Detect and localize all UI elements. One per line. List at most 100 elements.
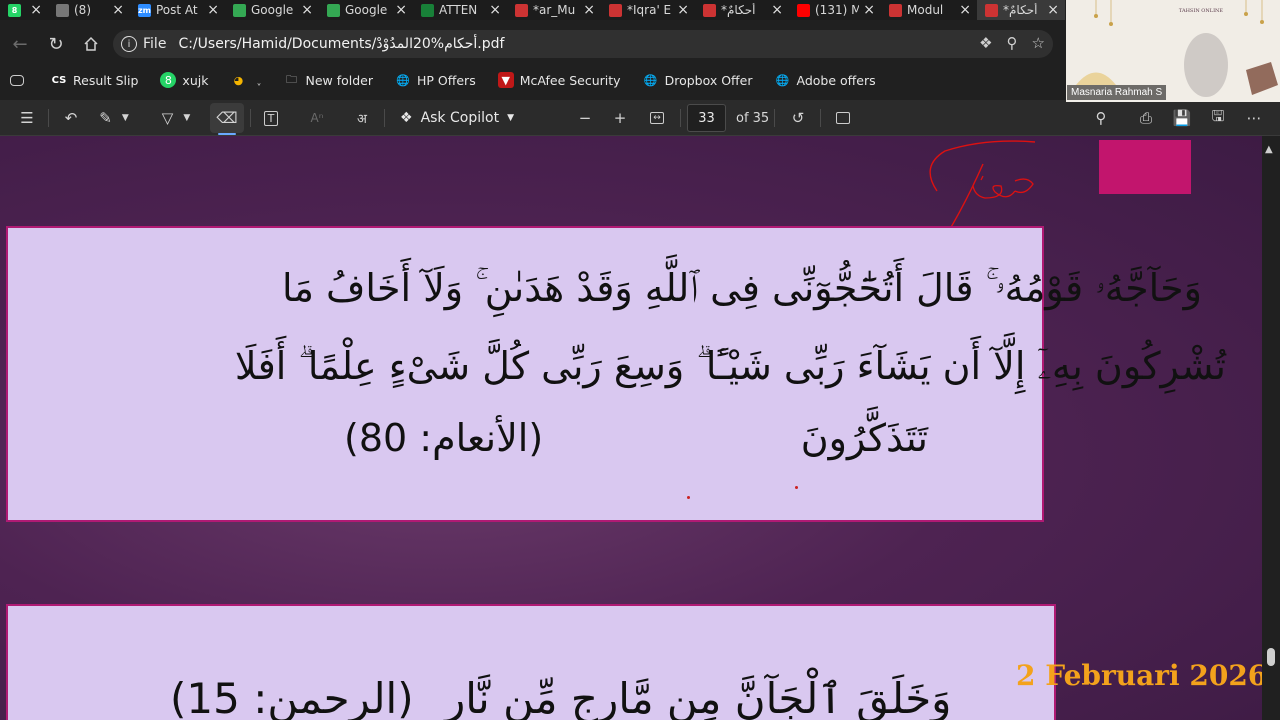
- address-row: ← ↻ i File C:/Users/Hamid/Documents/أحكا…: [0, 26, 1065, 62]
- star-icon[interactable]: ☆: [1032, 34, 1045, 52]
- refresh-button[interactable]: ↻: [38, 26, 74, 62]
- tab[interactable]: Modul ×: [881, 0, 977, 20]
- home-button[interactable]: [73, 26, 109, 62]
- close-icon[interactable]: ×: [677, 2, 689, 18]
- print-button[interactable]: ⎙: [1134, 100, 1158, 136]
- tab-title: Google: [345, 3, 388, 17]
- save-button[interactable]: 💾: [1170, 100, 1194, 136]
- page-number-input[interactable]: 33: [687, 104, 726, 132]
- globe-icon: 🌐: [643, 73, 658, 87]
- tab-title: *أحكامٌ: [721, 3, 756, 17]
- divider: [48, 109, 49, 127]
- bookmarks-menu[interactable]: [0, 66, 40, 94]
- zoom-icon[interactable]: ⚲: [1007, 34, 1018, 52]
- tab-title: (131) M: [815, 3, 860, 17]
- bookmark-label: HP Offers: [417, 72, 476, 88]
- globe-icon: 🌐: [775, 73, 790, 87]
- close-icon[interactable]: ×: [1047, 2, 1059, 18]
- bookmark-item[interactable]: CS Result Slip: [40, 66, 149, 94]
- divider: [384, 109, 385, 127]
- highlight-button[interactable]: ▽ ▼: [154, 100, 198, 136]
- bookmarks-bar: CS Result Slip 8 xujk ◕ ˬ 🗀 New folder 🌐 HP Offer…: [0, 66, 1065, 94]
- scroll-up-icon[interactable]: ▲: [1265, 144, 1273, 155]
- text-format-button[interactable]: Aⁿ: [306, 100, 328, 136]
- search-button[interactable]: ⚲: [1090, 100, 1112, 136]
- vertical-scrollbar[interactable]: ▲: [1262, 136, 1280, 720]
- tab[interactable]: *Iqra' E ×: [601, 0, 695, 20]
- tab[interactable]: zm Post At ×: [130, 0, 225, 20]
- info-icon[interactable]: i: [121, 36, 137, 52]
- undo-button[interactable]: ↶: [60, 100, 82, 136]
- bookmark-item[interactable]: 🗀 New folder: [272, 66, 384, 94]
- back-button[interactable]: ←: [2, 26, 38, 62]
- colorful-icon: ◕: [233, 73, 244, 87]
- tab[interactable]: *أحكامٌ ×: [695, 0, 789, 20]
- fit-page-button[interactable]: ↔: [645, 100, 669, 136]
- bookmark-item[interactable]: 🌐 Adobe offers: [764, 66, 887, 94]
- tab[interactable]: Google ×: [319, 0, 413, 20]
- read-aloud-button[interactable]: अ: [350, 100, 374, 136]
- address-bar[interactable]: i File C:/Users/Hamid/Documents/أحكام%20…: [113, 30, 1053, 58]
- eraser-button[interactable]: ⌫: [210, 103, 244, 135]
- page-view-button[interactable]: [832, 100, 854, 136]
- close-icon[interactable]: ×: [301, 2, 313, 18]
- read-aloud-icon: अ: [357, 112, 367, 127]
- fit-width-icon: ↔: [650, 112, 664, 124]
- pdf-page-view[interactable]: وَحَآجَّهُۥ قَوْمُهُۥ ۚ قَالَ أَتُحَٰٓجُ…: [0, 136, 1262, 720]
- draw-button[interactable]: ✎ ▼: [92, 100, 136, 136]
- close-icon[interactable]: ×: [112, 2, 124, 18]
- close-icon[interactable]: ×: [583, 2, 595, 18]
- tab-title: Modul: [907, 3, 944, 17]
- folder-icon: 🗀: [285, 72, 297, 86]
- bookmark-label: Adobe offers: [796, 72, 876, 88]
- divider: [680, 109, 681, 127]
- text-button[interactable]: T: [260, 100, 282, 136]
- save-icon: 💾: [1172, 109, 1192, 127]
- close-icon[interactable]: ×: [863, 2, 875, 18]
- chevron-down-icon: ▼: [507, 113, 514, 123]
- tab[interactable]: 8 ×: [0, 0, 48, 20]
- pdf-icon: [703, 3, 716, 17]
- tab[interactable]: *أحكامٌ ×: [977, 0, 1065, 20]
- tab[interactable]: *ar_Mu ×: [507, 0, 601, 20]
- close-icon[interactable]: ×: [207, 2, 219, 18]
- tab[interactable]: (8) ×: [48, 0, 130, 20]
- url-text[interactable]: C:/Users/Hamid/Documents/أحكام%20المدُوْ…: [178, 36, 504, 52]
- page-view-icon: [836, 112, 850, 124]
- bookmark-item[interactable]: 8 xujk: [149, 66, 219, 94]
- tab[interactable]: (131) M ×: [789, 0, 881, 20]
- bookmark-item[interactable]: ◕ ˬ: [219, 66, 272, 94]
- contents-button[interactable]: ☰: [14, 100, 40, 136]
- close-icon[interactable]: ×: [959, 2, 971, 18]
- tab[interactable]: ATTEN ×: [413, 0, 507, 20]
- ask-copilot-button[interactable]: ❖ Ask Copilot ▼: [400, 100, 514, 136]
- zoom-in-button[interactable]: +: [610, 100, 630, 136]
- bookmark-item[interactable]: 🌐 HP Offers: [384, 66, 487, 94]
- font-size-icon: Aⁿ: [310, 111, 324, 125]
- ask-copilot-label: Ask Copilot: [420, 110, 500, 126]
- copilot-icon[interactable]: ❖: [979, 34, 992, 52]
- tab-title: Google: [251, 3, 294, 17]
- close-icon[interactable]: ×: [30, 2, 42, 18]
- tab-title: ATTEN: [439, 3, 478, 17]
- bookmark-item[interactable]: 🌐 Dropbox Offer: [632, 66, 764, 94]
- eraser-icon: ⌫: [216, 109, 238, 127]
- close-icon[interactable]: ×: [771, 2, 783, 18]
- tab[interactable]: Google ×: [225, 0, 319, 20]
- rotate-button[interactable]: ↺: [787, 100, 809, 136]
- verse-text: وَخَلَقَ ٱلْجَآنَّ مِن مَّارِجٍ مِّن نَّ…: [444, 674, 952, 720]
- scrollbar-thumb[interactable]: [1267, 648, 1275, 666]
- url-scheme: File: [143, 36, 167, 52]
- video-thumbnail[interactable]: TAHSIN ONLINE Masnaria Rahmah S: [1066, 0, 1280, 102]
- ellipsis-icon: ⋯: [1246, 109, 1262, 127]
- mcafee-icon: ▼: [497, 72, 514, 88]
- bookmark-item[interactable]: ▼ McAfee Security: [487, 66, 632, 94]
- zoom-out-button[interactable]: −: [576, 100, 594, 136]
- search-icon: ⚲: [1095, 109, 1107, 127]
- close-icon[interactable]: ×: [395, 2, 407, 18]
- close-icon[interactable]: ×: [489, 2, 501, 18]
- save-as-button[interactable]: 🖫: [1206, 100, 1230, 136]
- globe-icon: 🌐: [396, 73, 410, 87]
- more-options-button[interactable]: ⋯: [1242, 100, 1266, 136]
- tab-title: *أحكامٌ: [1003, 3, 1038, 17]
